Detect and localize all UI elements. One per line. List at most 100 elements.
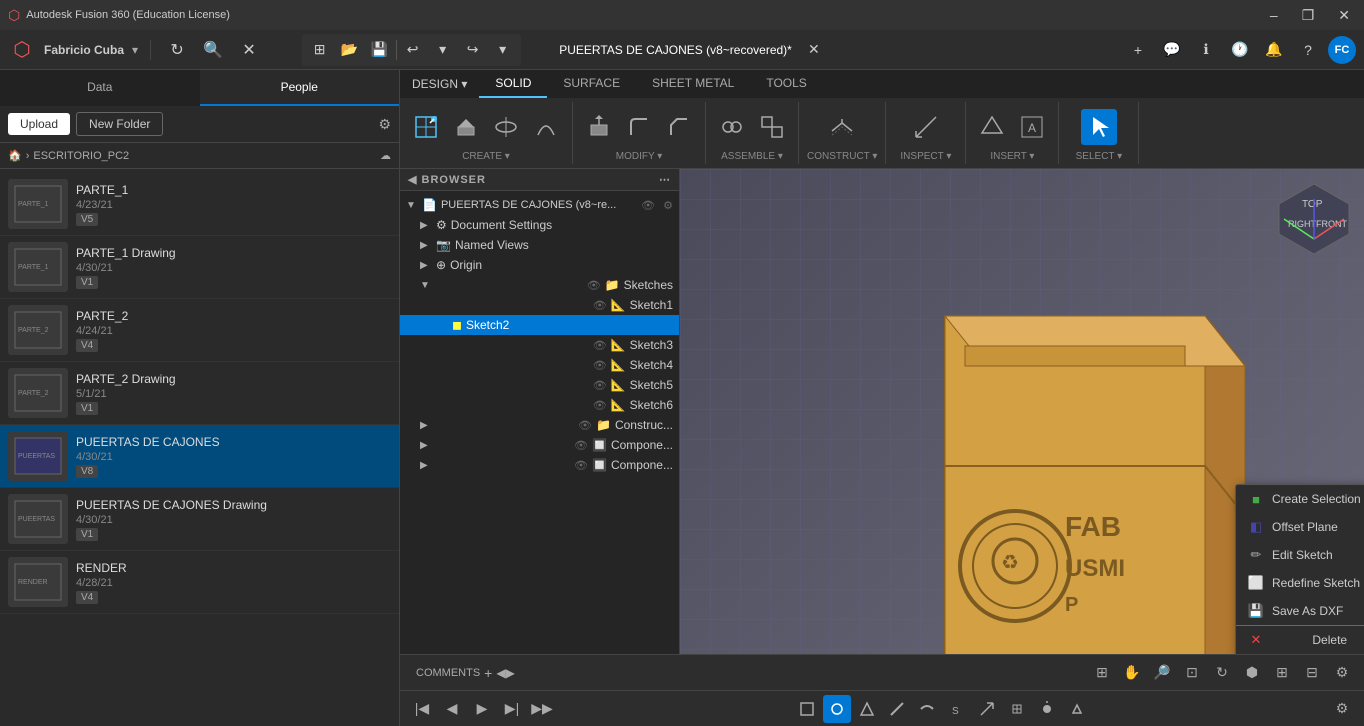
close-panel-icon[interactable]: ✕	[235, 36, 263, 64]
ribbon-tab-surface[interactable]: SURFACE	[547, 70, 636, 98]
file-item[interactable]: PARTE_2 PARTE_2 4/24/21 V4	[0, 299, 399, 362]
sketch-tool-8[interactable]	[1003, 695, 1031, 723]
open-icon[interactable]: 📂	[336, 36, 364, 64]
upload-button[interactable]: Upload	[8, 113, 70, 135]
design-button[interactable]: DESIGN ▾	[400, 70, 479, 98]
eye-icon[interactable]: 👁	[593, 299, 607, 312]
sketch-tool-2[interactable]	[823, 695, 851, 723]
timeline-end-icon[interactable]: ▶▶	[528, 695, 556, 723]
tab-people[interactable]: People	[200, 70, 400, 106]
sketch-tool-4[interactable]	[883, 695, 911, 723]
component-icon[interactable]	[754, 109, 790, 145]
measure-icon[interactable]	[908, 109, 944, 145]
eye-icon[interactable]: 👁	[641, 199, 655, 212]
nav-orbit-icon[interactable]: ↻	[1208, 659, 1236, 687]
undo-dropdown-icon[interactable]: ▾	[429, 36, 457, 64]
eye-icon[interactable]: 👁	[574, 439, 588, 452]
ctx-offset-plane[interactable]: ◧ Offset Plane	[1236, 513, 1364, 541]
user-dropdown-icon[interactable]: ▾	[132, 43, 138, 57]
view-cube[interactable]: TOP FRONT RIGHT	[1274, 179, 1354, 259]
eye-icon[interactable]: 👁	[593, 359, 607, 372]
close-doc-button[interactable]: ✕	[800, 36, 828, 64]
sketch-tool-9[interactable]	[1033, 695, 1061, 723]
tree-doc-settings[interactable]: ▶ ⚙ Document Settings	[400, 215, 679, 235]
help-icon[interactable]: ?	[1294, 36, 1322, 64]
ctx-create-selection-set[interactable]: ■ Create Selection Set	[1236, 485, 1364, 513]
nav-zoom-fit-icon[interactable]: ⊡	[1178, 659, 1206, 687]
tree-sketch5[interactable]: 👁 📐 Sketch5	[400, 375, 679, 395]
tree-component1[interactable]: ▶ 👁 🔲 Compone...	[400, 435, 679, 455]
maximize-button[interactable]: ❐	[1296, 5, 1321, 26]
insert-mesh-icon[interactable]	[974, 109, 1010, 145]
tab-data[interactable]: Data	[0, 70, 200, 106]
search-icon[interactable]: 🔍	[199, 36, 227, 64]
tree-origin[interactable]: ▶ ⊕ Origin	[400, 255, 679, 275]
tree-sketch6[interactable]: 👁 📐 Sketch6	[400, 395, 679, 415]
sketch-tool-10[interactable]	[1063, 695, 1091, 723]
eye-icon[interactable]: 👁	[593, 379, 607, 392]
sketch-tool-5[interactable]	[913, 695, 941, 723]
eye-icon[interactable]: 👁	[593, 339, 607, 352]
timeline-next-icon[interactable]: ▶|	[498, 695, 526, 723]
tree-root[interactable]: ▼ 📄 PUEERTAS DE CAJONES (v8~re... 👁 ⚙	[400, 195, 679, 215]
eye-icon[interactable]: 👁	[593, 399, 607, 412]
extrude-icon[interactable]	[448, 109, 484, 145]
tree-named-views[interactable]: ▶ 📷 Named Views	[400, 235, 679, 255]
nav-fit-icon[interactable]: ⊞	[1088, 659, 1116, 687]
settings-icon[interactable]: ⚙	[378, 116, 391, 133]
revolve-icon[interactable]	[488, 109, 524, 145]
nav-perspective-icon[interactable]: ⬢	[1238, 659, 1266, 687]
timeline-play-icon[interactable]: ▶	[468, 695, 496, 723]
ribbon-tab-tools[interactable]: TOOLS	[750, 70, 822, 98]
viewport[interactable]: FAB USMI P ♻ TO	[680, 169, 1364, 654]
comments-add-icon[interactable]: +	[484, 665, 492, 681]
file-item[interactable]: PARTE_1 PARTE_1 4/23/21 V5	[0, 173, 399, 236]
redo-dropdown-icon[interactable]: ▾	[489, 36, 517, 64]
add-icon[interactable]: +	[1124, 36, 1152, 64]
nav-grid-icon[interactable]: ⊞	[1268, 659, 1296, 687]
redo-icon[interactable]: ↪	[459, 36, 487, 64]
home-icon[interactable]: 🏠	[8, 149, 22, 162]
timeline-prev-icon[interactable]: ◀	[438, 695, 466, 723]
decal-icon[interactable]: A	[1014, 109, 1050, 145]
chamfer-icon[interactable]	[661, 109, 697, 145]
close-button[interactable]: ✕	[1332, 5, 1356, 26]
grid-icon[interactable]: ⊞	[306, 36, 334, 64]
new-folder-button[interactable]: New Folder	[76, 112, 163, 136]
save-icon[interactable]: 💾	[366, 36, 394, 64]
app-logo-icon[interactable]: ⬡	[8, 36, 36, 64]
tree-sketches[interactable]: ▼ 👁 📁 Sketches	[400, 275, 679, 295]
tree-sketch2[interactable]: ◼ Sketch2	[400, 315, 679, 335]
refresh-icon[interactable]: ↻	[163, 36, 191, 64]
file-item[interactable]: PARTE_1 PARTE_1 Drawing 4/30/21 V1	[0, 236, 399, 299]
create-sketch-icon[interactable]	[408, 109, 444, 145]
file-item[interactable]: PARTE_2 PARTE_2 Drawing 5/1/21 V1	[0, 362, 399, 425]
file-item[interactable]: RENDER RENDER 4/28/21 V4	[0, 551, 399, 614]
offset-plane-icon[interactable]	[824, 109, 860, 145]
tree-sketch3[interactable]: 👁 📐 Sketch3	[400, 335, 679, 355]
tree-sketch4[interactable]: 👁 📐 Sketch4	[400, 355, 679, 375]
undo-icon[interactable]: ↩	[399, 36, 427, 64]
ctx-redefine-sketch-plane[interactable]: ⬜ Redefine Sketch Plane	[1236, 569, 1364, 597]
timeline-start-icon[interactable]: |◀	[408, 695, 436, 723]
ctx-delete[interactable]: ✕ Delete Del	[1236, 626, 1364, 654]
eye-icon[interactable]: 👁	[574, 459, 588, 472]
tree-sketch1[interactable]: 👁 📐 Sketch1	[400, 295, 679, 315]
nav-zoom-icon[interactable]: 🔎	[1148, 659, 1176, 687]
nav-display-icon[interactable]: ⊟	[1298, 659, 1326, 687]
history-icon[interactable]: 🕐	[1226, 36, 1254, 64]
settings-icon[interactable]: ⚙	[663, 199, 673, 212]
cloud-icon[interactable]: ☁	[380, 149, 391, 162]
sketch-tool-1[interactable]	[793, 695, 821, 723]
file-item[interactable]: PUEERTAS PUEERTAS DE CAJONES Drawing 4/3…	[0, 488, 399, 551]
ribbon-tab-solid[interactable]: SOLID	[479, 70, 547, 98]
tree-construct[interactable]: ▶ 👁 📁 Construc...	[400, 415, 679, 435]
browser-menu-icon[interactable]: ⋯	[659, 173, 671, 186]
chat-icon[interactable]: 💬	[1158, 36, 1186, 64]
nav-settings-icon[interactable]: ⚙	[1328, 659, 1356, 687]
comments-tab[interactable]: COMMENTS + ◀▶	[408, 661, 523, 685]
file-item[interactable]: PUEERTAS PUEERTAS DE CAJONES 4/30/21 V8	[0, 425, 399, 488]
timeline-settings-icon[interactable]: ⚙	[1328, 695, 1356, 723]
sketch-tool-3[interactable]	[853, 695, 881, 723]
sweep-icon[interactable]	[528, 109, 564, 145]
